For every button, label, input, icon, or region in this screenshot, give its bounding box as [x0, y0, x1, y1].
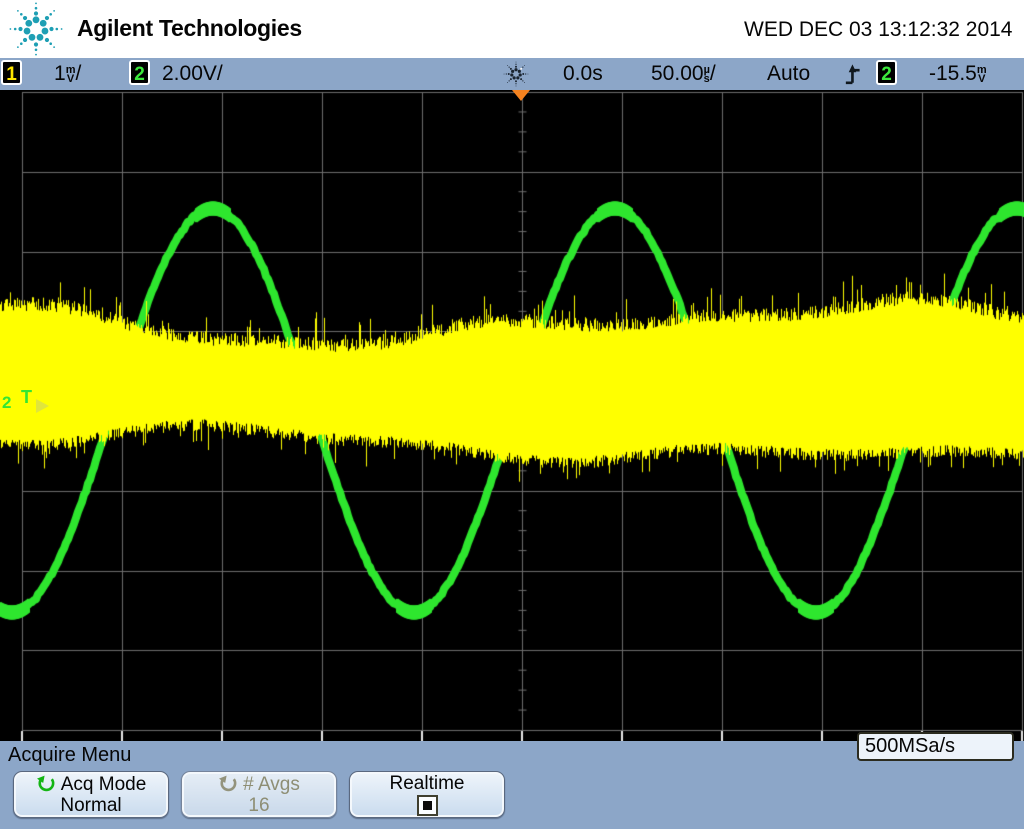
trigger-level-value: -15.5	[929, 62, 977, 85]
ch1-position-arrow-icon[interactable]	[36, 399, 49, 413]
sample-rate-box: 500MSa/s	[857, 732, 1014, 761]
waveform-display	[0, 90, 1024, 741]
trigger-position-marker[interactable]	[512, 90, 530, 101]
softkey-num-avgs-button[interactable]: # Avgs 16	[181, 771, 337, 818]
rotate-knob-icon	[36, 774, 56, 794]
acquisition-starburst-icon	[501, 60, 531, 88]
ch1-scale-suffix: /	[75, 62, 81, 85]
timebase-suffix: /	[710, 62, 716, 85]
agilent-logo-icon	[4, 1, 68, 57]
trigger-level-unit-stack: mV	[977, 66, 987, 84]
realtime-checkbox[interactable]	[417, 795, 438, 816]
ch1-badge[interactable]: 1	[1, 60, 22, 85]
ch1-scale[interactable]: 1mV/	[54, 62, 81, 86]
brand-title: Agilent Technologies	[77, 15, 302, 42]
ch2-ground-marker[interactable]: 2	[2, 393, 11, 413]
ch2-scale[interactable]: 2.00V/	[162, 62, 223, 86]
menu-title: Acquire Menu	[8, 744, 131, 767]
timebase-value: 50.00	[651, 62, 704, 85]
oscilloscope-screen: Agilent Technologies WED DEC 03 13:12:32…	[0, 0, 1024, 829]
datetime-label: WED DEC 03 13:12:32 2014	[744, 18, 1013, 42]
ch2-badge[interactable]: 2	[129, 60, 150, 85]
status-bar: 1 1mV/ 2 2.00V/ 0.0s 50.00µs/ Auto 2 -15…	[0, 58, 1024, 90]
softkey-realtime-button[interactable]: Realtime	[349, 771, 505, 818]
checkbox-checked-mark	[423, 801, 432, 810]
ch1-ground-icon	[16, 419, 44, 436]
trigger-source-badge[interactable]: 2	[876, 60, 897, 85]
softkey-value: 16	[248, 795, 269, 816]
softkey-label: Acq Mode	[61, 774, 147, 795]
trigger-level-readout[interactable]: -15.5mV	[929, 62, 987, 86]
ch1-unit-stack: mV	[66, 66, 76, 84]
timebase-readout[interactable]: 50.00µs/	[651, 62, 716, 86]
softkey-label: Realtime	[390, 773, 465, 794]
softkey-label: # Avgs	[243, 774, 300, 795]
softkey-menu: Acquire Menu 500MSa/s Acq Mode Normal # …	[0, 741, 1024, 829]
delay-readout[interactable]: 0.0s	[563, 62, 603, 86]
ch1-scale-value: 1	[54, 62, 66, 85]
rotate-knob-icon	[218, 774, 238, 794]
top-bar: Agilent Technologies WED DEC 03 13:12:32…	[0, 0, 1024, 58]
waveform-area: T 2	[0, 90, 1024, 741]
edge-trigger-icon	[843, 63, 863, 85]
trigger-mode-label[interactable]: Auto	[767, 62, 810, 86]
softkey-value: Normal	[60, 795, 121, 816]
trigger-level-marker[interactable]: T	[21, 387, 32, 408]
softkey-acq-mode-button[interactable]: Acq Mode Normal	[13, 771, 169, 818]
